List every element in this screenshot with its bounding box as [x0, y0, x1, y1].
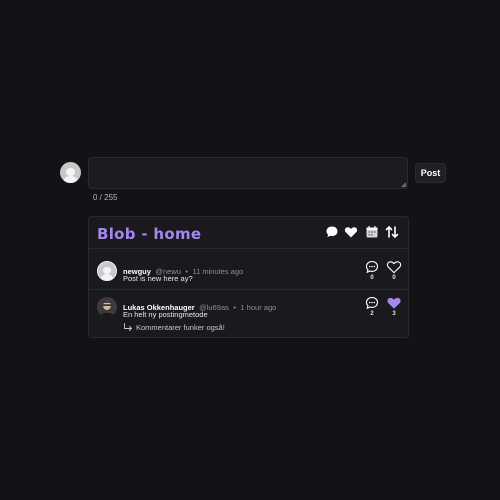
calendar-icon[interactable]: [365, 225, 379, 239]
chat-bubble-icon[interactable]: [325, 225, 339, 239]
post-timestamp: 11 minutes ago: [192, 267, 244, 276]
feed-header: Blob - home: [89, 217, 408, 249]
like-button[interactable]: 0: [386, 260, 402, 281]
post-item[interactable]: newguy @newu • 11 minutes ago Post is ne…: [89, 249, 408, 290]
avatar[interactable]: [97, 297, 117, 317]
sort-arrows-icon[interactable]: [385, 225, 399, 239]
comment-button[interactable]: 0: [364, 260, 380, 281]
heart-icon[interactable]: [344, 225, 358, 239]
post-timestamp: 1 hour ago: [240, 303, 277, 312]
comment-count: 2: [370, 311, 374, 317]
character-counter: 0 / 255: [93, 193, 118, 202]
post-body: Post is new here ay?: [123, 274, 193, 283]
post-body: En helt ny postingmetode: [123, 310, 208, 319]
avatar[interactable]: [97, 261, 117, 281]
feed-panel: Blob - home newguy @newu • 11 minutes ag…: [88, 216, 409, 338]
comment-icon: [365, 296, 379, 310]
reply-preview[interactable]: Kommentarer funker også!: [123, 323, 225, 332]
heart-outline-icon: [386, 261, 402, 274]
reply-arrow-icon: [124, 323, 132, 331]
post-text-input[interactable]: [88, 157, 408, 189]
post-item[interactable]: Lukas Okkenhauger @lu69as • 1 hour ago E…: [89, 291, 408, 337]
like-count: 0: [392, 275, 396, 281]
resize-handle-icon[interactable]: [401, 182, 406, 187]
heart-filled-icon: [387, 297, 401, 309]
post-button[interactable]: Post: [415, 163, 446, 183]
feed-title: Blob - home: [97, 225, 202, 243]
meta-separator: •: [233, 303, 236, 312]
reply-text: Kommentarer funker også!: [136, 323, 225, 332]
like-button[interactable]: 3: [386, 296, 402, 317]
like-count: 3: [392, 311, 396, 317]
comment-icon: [365, 260, 379, 274]
comment-count: 0: [370, 275, 374, 281]
comment-button[interactable]: 2: [364, 296, 380, 317]
composer-avatar: [60, 162, 81, 183]
